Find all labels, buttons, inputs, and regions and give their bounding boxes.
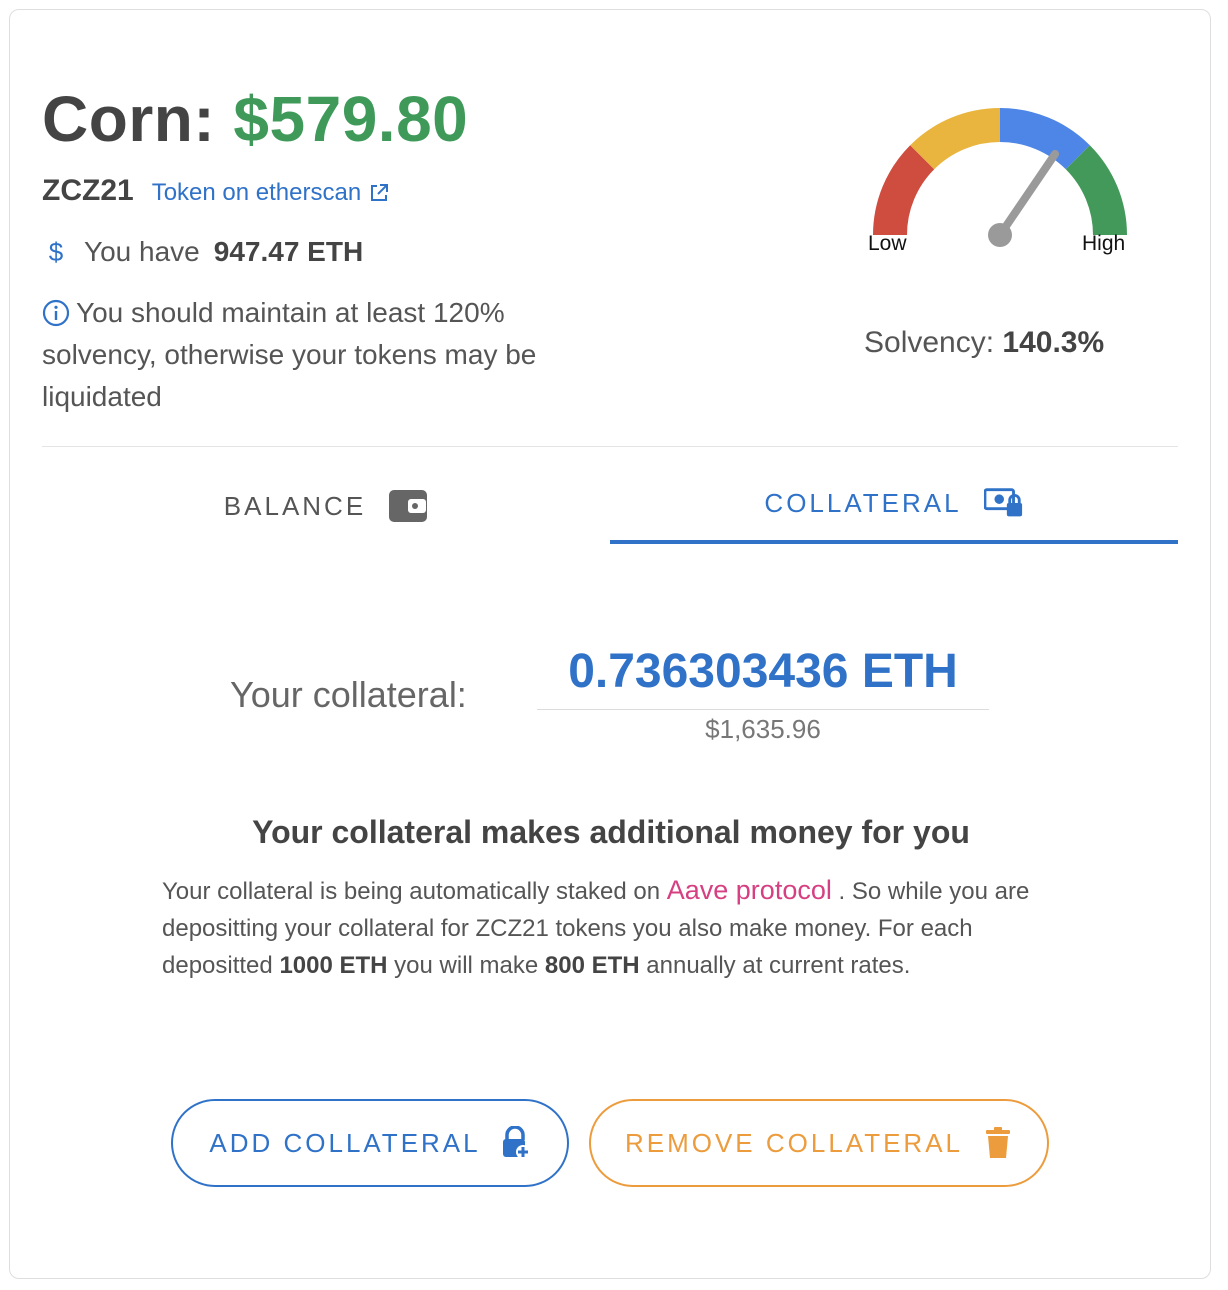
trash-icon: [986, 1127, 1011, 1158]
solvency-readout: Solvency: 140.3%: [864, 326, 1104, 360]
info-text-1: Your collateral is being automatically s…: [162, 878, 661, 905]
divider: [42, 446, 1178, 447]
tab-collateral-label: COLLATERAL: [764, 487, 962, 518]
gauge-needle: [996, 149, 1060, 239]
remove-collateral-button[interactable]: REMOVE COLLATERAL: [589, 1099, 1049, 1187]
remove-collateral-label: REMOVE COLLATERAL: [624, 1127, 964, 1158]
gauge-needle-pivot: [988, 223, 1012, 247]
add-collateral-button[interactable]: ADD COLLATERAL: [171, 1099, 569, 1187]
gauge-segment-red: [873, 145, 935, 236]
tab-balance-label: BALANCE: [223, 490, 367, 521]
locked-cash-icon: [983, 488, 1022, 517]
gauge-high-label: High: [1082, 232, 1126, 255]
solvency-value: 140.3%: [1002, 326, 1105, 359]
external-link-icon: [371, 184, 389, 201]
lock-plus-icon: [502, 1126, 530, 1159]
have-amount: 947.47 ETH: [213, 236, 364, 267]
tab-collateral[interactable]: COLLATERAL: [610, 466, 1178, 544]
ticker-row: ZCZ21 Token on etherscan: [42, 174, 389, 208]
asset-name: Corn:: [42, 83, 216, 155]
collateral-value: 0.736303436 ETH: [537, 642, 989, 710]
balance-row: $ You have 947.47 ETH: [42, 236, 363, 268]
have-prefix: You have: [84, 236, 200, 267]
info-text: Your collateral is being automatically s…: [162, 872, 1062, 984]
gauge-segment-green: [1065, 145, 1127, 236]
info-text-4: annually at current rates.: [646, 952, 911, 979]
page-title: Corn: $579.80: [42, 82, 468, 156]
info-amount-2: 800 ETH: [544, 952, 640, 979]
asset-price: $579.80: [233, 83, 469, 155]
wallet-icon: [389, 490, 428, 522]
gauge-segment-blue: [999, 108, 1090, 170]
etherscan-link[interactable]: Token on etherscan: [152, 179, 389, 207]
solvency-label: Solvency:: [864, 326, 995, 359]
info-amount-1: 1000 ETH: [279, 952, 388, 979]
collateral-usd-value: $1,635.96: [705, 714, 821, 744]
info-title: Your collateral makes additional money f…: [252, 814, 970, 850]
dollar-icon: $: [48, 236, 64, 267]
token-card: Corn: $579.80 ZCZ21 Token on etherscan $…: [9, 9, 1211, 1279]
etherscan-link-label: Token on etherscan: [151, 179, 362, 206]
aave-protocol-link[interactable]: Aave protocol: [667, 875, 832, 905]
solvency-warning: You should maintain at least 120% solven…: [42, 292, 622, 418]
collateral-label: Your collateral:: [230, 674, 467, 715]
gauge-segment-yellow: [910, 108, 1001, 170]
gauge-low-label: Low: [868, 232, 907, 255]
info-text-3: you will make: [394, 952, 539, 979]
info-icon: [42, 299, 70, 327]
tab-balance[interactable]: BALANCE: [42, 466, 610, 546]
add-collateral-label: ADD COLLATERAL: [209, 1127, 481, 1158]
warning-text: You should maintain at least 120% solven…: [42, 297, 537, 412]
token-ticker: ZCZ21: [42, 174, 134, 207]
